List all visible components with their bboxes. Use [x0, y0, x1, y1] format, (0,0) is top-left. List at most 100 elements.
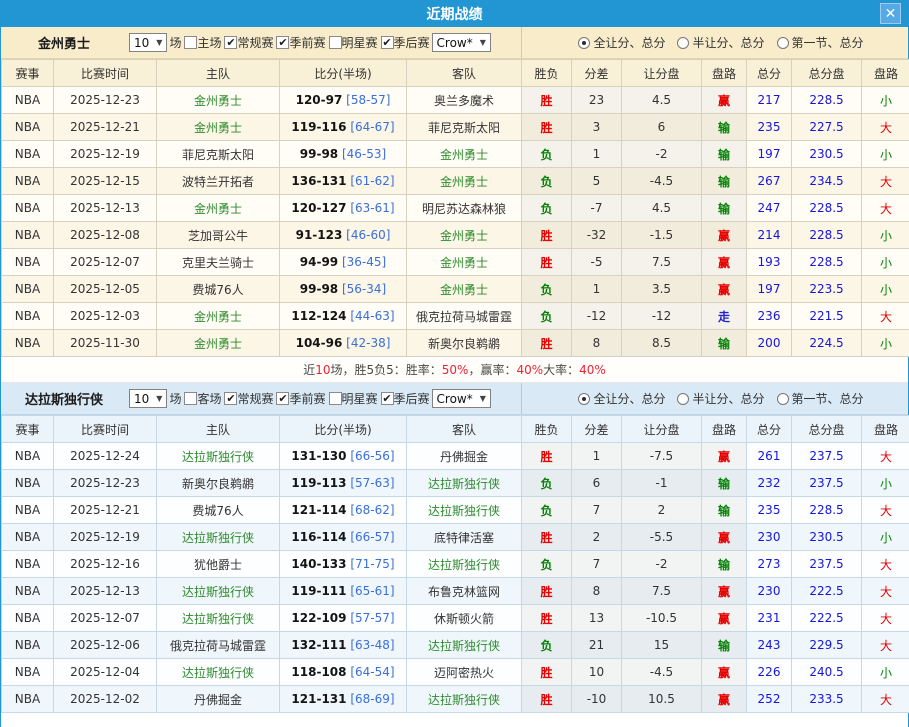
cell-handicap-result: 输: [702, 470, 747, 497]
cell-away-team: 达拉斯独行侠: [407, 551, 522, 578]
chevron-down-icon: ▼: [480, 38, 486, 47]
cell-handicap-result: 输: [702, 330, 747, 357]
cell-point-diff: -32: [572, 222, 622, 249]
checkbox-label: 主场: [197, 34, 221, 51]
game-row: NBA2025-12-23新奥尔良鹈鹕119-113 [57-63]达拉斯独行侠…: [2, 470, 909, 497]
cell-date: 2025-12-02: [54, 686, 157, 713]
games-count-select[interactable]: 10▼: [129, 389, 167, 408]
mode-select[interactable]: Crow*▼: [432, 33, 491, 52]
game-row: NBA2025-12-21金州勇士119-116 [64-67]菲尼克斯太阳胜3…: [2, 114, 909, 141]
cell-point-diff: 7: [572, 551, 622, 578]
radio-全让分、总分[interactable]: [578, 37, 590, 49]
cell-point-diff: 7: [572, 497, 622, 524]
radio-label: 第一节、总分: [792, 390, 864, 407]
cell-handicap-line: -7.5: [622, 443, 702, 470]
game-row: NBA2025-12-21费城76人121-114 [68-62]达拉斯独行侠负…: [2, 497, 909, 524]
checkbox-季前赛[interactable]: ✔: [276, 392, 289, 405]
cell-away-team: 菲尼克斯太阳: [407, 114, 522, 141]
cell-away-team: 金州勇士: [407, 168, 522, 195]
cell-point-diff: 5: [572, 168, 622, 195]
cell-away-team: 金州勇士: [407, 249, 522, 276]
checkbox-常规赛[interactable]: ✔: [224, 36, 237, 49]
cell-over-under: 小: [862, 222, 909, 249]
cell-score: 99-98 [46-53]: [280, 141, 407, 168]
cell-handicap-result: 赢: [702, 659, 747, 686]
cell-win-loss: 负: [522, 470, 572, 497]
column-header: 比赛时间: [54, 60, 157, 87]
cell-win-loss: 负: [522, 497, 572, 524]
cell-handicap-result: 赢: [702, 443, 747, 470]
radio-全让分、总分[interactable]: [578, 393, 590, 405]
summary-text: 近: [303, 361, 315, 378]
summary-value: 40%: [516, 363, 543, 377]
checkbox-label: 常规赛: [237, 34, 273, 51]
checkbox-季后赛[interactable]: ✔: [381, 392, 394, 405]
checkbox-label: 季后赛: [394, 390, 430, 407]
filter-bar-0: 金州勇士10▼场主场✔常规赛✔季前赛明星赛✔季后赛Crow*▼全让分、总分半让分…: [1, 27, 908, 59]
cell-score: 112-124 [44-63]: [280, 303, 407, 330]
checkbox-明星赛[interactable]: [329, 36, 342, 49]
full-score: 136-131: [291, 174, 346, 188]
full-score: 104-96: [296, 336, 343, 350]
cell-point-diff: -5: [572, 249, 622, 276]
cell-over-under: 小: [862, 470, 909, 497]
stat-mode-radios: 全让分、总分半让分、总分第一节、总分: [521, 383, 908, 414]
cell-score: 121-114 [68-62]: [280, 497, 407, 524]
cell-date: 2025-12-19: [54, 141, 157, 168]
radio-第一节、总分[interactable]: [777, 393, 789, 405]
cell-point-diff: 1: [572, 276, 622, 303]
cell-handicap-line: 4.5: [622, 87, 702, 114]
cell-win-loss: 负: [522, 141, 572, 168]
full-score: 132-111: [291, 638, 346, 652]
close-icon[interactable]: ✕: [880, 3, 901, 24]
cell-score: 119-111 [65-61]: [280, 578, 407, 605]
cell-score: 121-131 [68-69]: [280, 686, 407, 713]
checkbox-季前赛[interactable]: ✔: [276, 36, 289, 49]
cell-over-under: 大: [862, 605, 909, 632]
mode-select[interactable]: Crow*▼: [432, 389, 491, 408]
checkbox-常规赛[interactable]: ✔: [224, 392, 237, 405]
cell-win-loss: 胜: [522, 330, 572, 357]
cell-point-diff: 2: [572, 524, 622, 551]
radio-第一节、总分[interactable]: [777, 37, 789, 49]
cell-score: 132-111 [63-48]: [280, 632, 407, 659]
half-score: [42-38]: [346, 336, 390, 350]
cell-total-points: 214: [747, 222, 792, 249]
cell-home-team: 金州勇士: [157, 303, 280, 330]
cell-over-under: 小: [862, 276, 909, 303]
cell-total-points: 230: [747, 578, 792, 605]
checkbox-主场[interactable]: [184, 36, 197, 49]
games-count-select[interactable]: 10▼: [129, 33, 167, 52]
full-score: 121-114: [291, 503, 346, 517]
cell-over-under: 小: [862, 524, 909, 551]
column-header: 客队: [407, 416, 522, 443]
checkbox-明星赛[interactable]: [329, 392, 342, 405]
cell-point-diff: -10: [572, 686, 622, 713]
cell-total-line: 240.5: [792, 659, 862, 686]
cell-win-loss: 胜: [522, 686, 572, 713]
radio-label: 全让分、总分: [593, 34, 665, 51]
cell-home-team: 达拉斯独行侠: [157, 524, 280, 551]
radio-label: 第一节、总分: [792, 34, 864, 51]
cell-total-points: 252: [747, 686, 792, 713]
cell-handicap-line: 4.5: [622, 195, 702, 222]
cell-league: NBA: [2, 470, 54, 497]
half-score: [71-75]: [350, 557, 394, 571]
game-row: NBA2025-12-13达拉斯独行侠119-111 [65-61]布鲁克林篮网…: [2, 578, 909, 605]
cell-score: 140-133 [71-75]: [280, 551, 407, 578]
column-header: 总分盘: [792, 60, 862, 87]
full-score: 120-97: [296, 93, 343, 107]
game-row: NBA2025-12-19菲尼克斯太阳99-98 [46-53]金州勇士负1-2…: [2, 141, 909, 168]
column-header: 胜负: [522, 416, 572, 443]
radio-半让分、总分[interactable]: [677, 37, 689, 49]
checkbox-季后赛[interactable]: ✔: [381, 36, 394, 49]
cell-away-team: 达拉斯独行侠: [407, 632, 522, 659]
cell-over-under: 小: [862, 87, 909, 114]
cell-home-team: 新奥尔良鹈鹕: [157, 470, 280, 497]
cell-away-team: 新奥尔良鹈鹕: [407, 330, 522, 357]
game-row: NBA2025-12-23金州勇士120-97 [58-57]奥兰多魔术胜234…: [2, 87, 909, 114]
column-header: 分差: [572, 60, 622, 87]
checkbox-客场[interactable]: [184, 392, 197, 405]
game-row: NBA2025-12-04达拉斯独行侠118-108 [64-54]迈阿密热火胜…: [2, 659, 909, 686]
radio-半让分、总分[interactable]: [677, 393, 689, 405]
